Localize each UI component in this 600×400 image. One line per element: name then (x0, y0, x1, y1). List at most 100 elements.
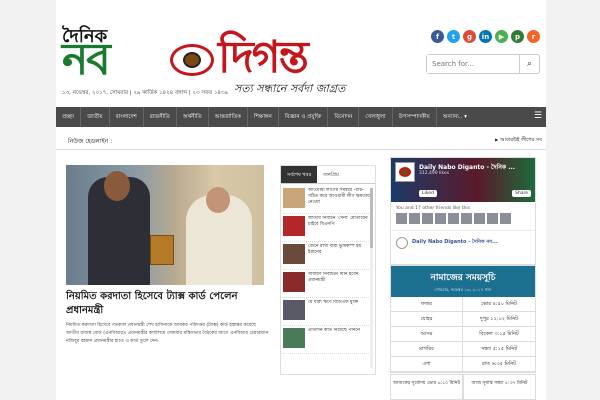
list-item[interactable]: জাতীয় নির্বাচন 'সেনা' মোতায়েন চাইবে বি… (283, 216, 373, 242)
google-plus-icon[interactable]: g (463, 30, 476, 43)
news-thumbnail[interactable] (283, 188, 305, 208)
news-headline[interactable]: জেনে রাখা বারা ভুমিকম্প হয় ইরানের (308, 244, 373, 268)
nav-item[interactable]: প্রচ্ছদ (56, 107, 80, 127)
linkedin-icon[interactable]: in (479, 30, 492, 43)
dateline: ১৩, নভেম্বর, ২০১৭, সোমবার | ২৯ কার্তিক ১… (62, 90, 229, 96)
prayer-name: ফজর (391, 297, 463, 311)
search-input[interactable] (427, 55, 519, 73)
news-tab[interactable]: জনপ্রিয় (317, 166, 345, 183)
eye-logo-icon (170, 44, 214, 76)
pinterest-icon[interactable]: p (511, 30, 524, 43)
ticker-label: নিউজ হেডলাইন : (68, 138, 113, 145)
table-row: এশা রাত ৬:৩৫ মিনিট (391, 357, 535, 372)
logo-tagline: সত্য সন্ধানে সর্বদা জাগ্রত (234, 82, 346, 95)
list-item[interactable]: জেনে রাখা বারা ভুমিকম্প হয় ইরানের (283, 244, 373, 270)
hamburger-menu-icon[interactable]: ☰ (534, 111, 542, 121)
list-item[interactable]: সাধারণ নির্বাচনে যিনি হবেন প্রধানমন্ত্রী (283, 272, 373, 298)
avatar[interactable] (500, 213, 511, 224)
avatar[interactable] (487, 213, 498, 224)
logo-nob-text: নব (62, 34, 111, 85)
news-headline[interactable]: সাধারণ নির্বাচনে যিনি হবেন প্রধানমন্ত্রী (308, 272, 373, 296)
nav-item[interactable]: অন্যান্য.. ▾ (435, 107, 473, 127)
news-thumbnail[interactable] (283, 272, 305, 292)
nav-item[interactable]: বিজ্ঞান ও প্রযুক্তি (277, 107, 328, 127)
news-thumbnail[interactable] (283, 244, 305, 264)
prayer-time: দুপুর ১২:০২ মিনিট (480, 316, 518, 322)
list-item[interactable]: যে ধারা ঋণে বিডিএফ মুক্তি (283, 300, 373, 326)
news-headline[interactable]: যে ধারা ঋণে বিডিএফ মুক্তি (308, 300, 358, 324)
page: দৈনিক নব দিগন্ত সত্য সন্ধানে সর্বদা জাগ্… (56, 0, 546, 400)
prayer-times-widget: নামাজের সময়সূচি সোমবার, নভেম্বর ১৩, ২০১… (390, 265, 536, 373)
prayer-times-title: নামাজের সময়সূচি (391, 266, 535, 287)
search-button[interactable]: ⌕ (519, 55, 539, 73)
nav-item[interactable]: রাজনীতি (142, 107, 176, 127)
rss-icon[interactable]: r (527, 30, 540, 43)
lead-story-title[interactable]: নিয়মিত করদাতা হিসেবে ট্যাক্স কার্ড পেলে… (66, 290, 266, 318)
youtube-icon[interactable]: ▶ (495, 30, 508, 43)
news-headline[interactable]: আওয়ামী লীগের সমন্বয়ে পার্টি-গঠিত করে আ… (308, 188, 373, 212)
sunrise-time: আজকের সূর্যোদয় ভোর ৬:১০ মিনিট (390, 374, 463, 400)
list-item[interactable]: আওয়ামী লীগের সমন্বয়ে পার্টি-গঠিত করে আ… (283, 188, 373, 214)
prayer-name: যোহর (391, 312, 463, 326)
table-row: ফজর ভোর ৪:৫০ মিনিট (391, 297, 535, 312)
nav-item[interactable]: খেলাধুলা (358, 107, 391, 127)
twitter-icon[interactable]: t (447, 30, 460, 43)
search-icon: ⌕ (526, 59, 533, 69)
avatar[interactable] (422, 213, 433, 224)
headline-ticker: নিউজ হেডলাইন : আবারউই লীগের সব (56, 132, 546, 150)
news-thumbnail[interactable] (283, 300, 305, 320)
news-thumbnail[interactable] (283, 216, 305, 236)
avatar[interactable] (396, 213, 407, 224)
facebook-share-button[interactable]: Share (512, 190, 531, 197)
prayer-name: আসর (391, 327, 463, 341)
facebook-likes-count: 312,490 likes (419, 171, 450, 176)
facebook-cover: Daily Nabo Diganto - দৈনিক ... 312,490 l… (391, 158, 535, 202)
table-row: যোহর দুপুর ১২:০২ মিনিট (391, 312, 535, 327)
avatar[interactable] (448, 213, 459, 224)
nav-item[interactable]: আন্তর্জাতিক (207, 107, 247, 127)
friend-avatars (391, 213, 535, 224)
page-logo-icon[interactable] (395, 162, 415, 182)
site-logo[interactable]: দৈনিক নব দিগন্ত সত্য সন্ধানে সর্বদা জাগ্… (62, 22, 382, 95)
news-headline[interactable]: প্রতিদিন কার্ড নিয়েছে পাননে (308, 328, 360, 352)
scrollbar[interactable] (370, 188, 373, 368)
news-tab[interactable]: সর্বশেষ খবর (281, 166, 318, 183)
lead-story-image[interactable] (66, 165, 264, 285)
main-nav: প্রচ্ছদ জাতীয় বাংলাদেশ রাজনীতি অর্থনীতি আন্ত… (56, 107, 546, 127)
table-row: মাগরিব সন্ধ্যা ৫:১৫ মিনিট (391, 342, 535, 357)
prayer-times-table: ফজর ভোর ৪:৫০ মিনিট যোহর দুপুর ১২:০২ মিনিট আস… (391, 297, 535, 372)
lead-story-body: নিয়মিত করদাতা হিসেবে গতকাল প্রধানমন্ত্র… (66, 323, 269, 344)
nav-item[interactable]: বিনোদন (327, 107, 358, 127)
facebook-post-author[interactable]: Daily Nabo Diganto - দৈনিক নব... (412, 239, 498, 247)
facebook-icon[interactable]: f (431, 30, 444, 43)
prayer-time: সন্ধ্যা ৫:১৫ মিনিট (480, 346, 518, 352)
prayer-name: মাগরিব (391, 342, 463, 356)
avatar[interactable] (474, 213, 485, 224)
prayer-time: রাত ৬:৩৫ মিনিট (482, 361, 516, 367)
sunset-time: আজ সূর্যাস্ত সন্ধ্যা ৫:৩৭ মিনিট (463, 374, 536, 400)
facebook-page-widget: Daily Nabo Diganto - দৈনিক ... 312,490 l… (390, 157, 536, 265)
latest-news-list: আওয়ামী লীগের সমন্বয়ে পার্টি-গঠিত করে আ… (283, 188, 373, 356)
news-headline[interactable]: জাতীয় নির্বাচন 'সেনা' মোতায়েন চাইবে বি… (308, 216, 373, 240)
nav-item[interactable]: শিক্ষাঙ্গন (247, 107, 278, 127)
page-logo-icon (396, 237, 408, 249)
facebook-like-button[interactable]: Liked (419, 190, 437, 197)
list-item[interactable]: প্রতিদিন কার্ড নিয়েছে পাননে (283, 328, 373, 354)
ticker-headline[interactable]: আবারউই লীগের সব (495, 137, 542, 145)
avatar[interactable] (461, 213, 472, 224)
logo-dig-text: দিগন্ত (218, 32, 309, 83)
avatar[interactable] (409, 213, 420, 224)
nav-item[interactable]: বাংলাদেশ (108, 107, 143, 127)
prayer-time: বিকেল ৩:১৫ মিনিট (479, 331, 519, 337)
news-tabs-panel: সর্বশেষ খবর জনপ্রিয় আওয়ামী লীগের সমন্বয… (280, 165, 376, 375)
facebook-post: Daily Nabo Diganto - দৈনিক নব... (391, 230, 535, 255)
prayer-name: এশা (391, 357, 463, 371)
nav-item[interactable]: জাতীয় (80, 107, 108, 127)
nav-item[interactable]: উপসম্পাদকীয় (391, 107, 436, 127)
prayer-time: ভোর ৪:৫০ মিনিট (481, 301, 517, 307)
nav-item[interactable]: অর্থনীতি (175, 107, 208, 127)
social-links: f t g in ▶ p r (431, 30, 540, 43)
search-box: ⌕ (426, 54, 540, 74)
news-thumbnail[interactable] (283, 328, 305, 348)
avatar[interactable] (435, 213, 446, 224)
